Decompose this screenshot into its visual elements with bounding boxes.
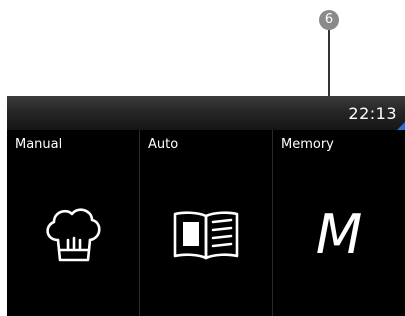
tile-manual-label: Manual [15,137,63,152]
tile-auto[interactable]: Auto [139,130,272,316]
status-bar: 22:13 [7,96,405,130]
chef-hat-icon [7,202,139,268]
memory-m-glyph: M [315,203,363,266]
tile-manual[interactable]: Manual [7,130,139,316]
tile-memory-label: Memory [281,137,334,152]
mode-tiles: Manual Auto Memory M [7,130,405,316]
device-screen: 22:13 Manual Auto Memory M [7,96,405,316]
callout-marker: 6 [319,10,339,30]
tile-auto-label: Auto [148,137,179,152]
clock-time: 22:13 [348,104,397,123]
memory-m-icon: M [273,202,405,268]
corner-indicator [397,122,405,130]
recipe-book-icon [140,202,272,268]
tile-memory[interactable]: Memory M [272,130,405,316]
